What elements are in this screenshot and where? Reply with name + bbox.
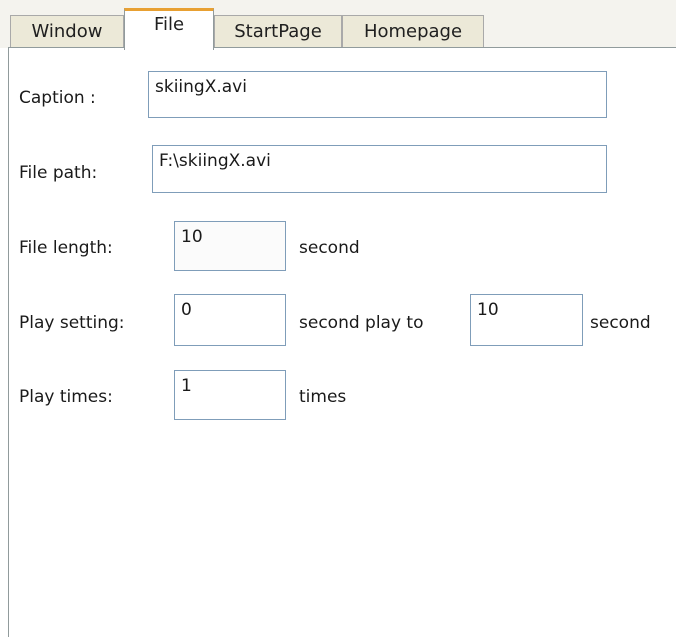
file-length-label: File length: — [19, 238, 113, 258]
play-times-input[interactable]: 1 — [174, 370, 286, 420]
play-to-unit: second — [590, 313, 651, 333]
file-path-input[interactable]: F:\skiingX.avi — [152, 145, 607, 193]
file-settings-window: Window File StartPage Homepage Caption :… — [0, 0, 676, 637]
play-to-label: second play to — [299, 313, 424, 333]
play-to-input[interactable]: 10 — [470, 294, 583, 346]
file-length-field: 10 — [174, 221, 286, 271]
tab-startpage[interactable]: StartPage — [214, 15, 342, 48]
tab-window[interactable]: Window — [10, 15, 124, 48]
play-times-label: Play times: — [19, 387, 113, 407]
file-tab-panel: Caption : skiingX.avi File path: F:\skii… — [8, 47, 676, 637]
file-path-label: File path: — [19, 163, 98, 183]
file-length-unit: second — [299, 238, 360, 258]
play-setting-label: Play setting: — [19, 313, 125, 333]
play-from-input[interactable]: 0 — [174, 294, 286, 346]
tab-file[interactable]: File — [124, 8, 214, 50]
play-times-unit: times — [299, 387, 347, 407]
tab-homepage[interactable]: Homepage — [342, 15, 484, 48]
tab-bar: Window File StartPage Homepage — [0, 0, 676, 50]
caption-label: Caption : — [19, 88, 96, 108]
caption-input[interactable]: skiingX.avi — [148, 71, 607, 118]
